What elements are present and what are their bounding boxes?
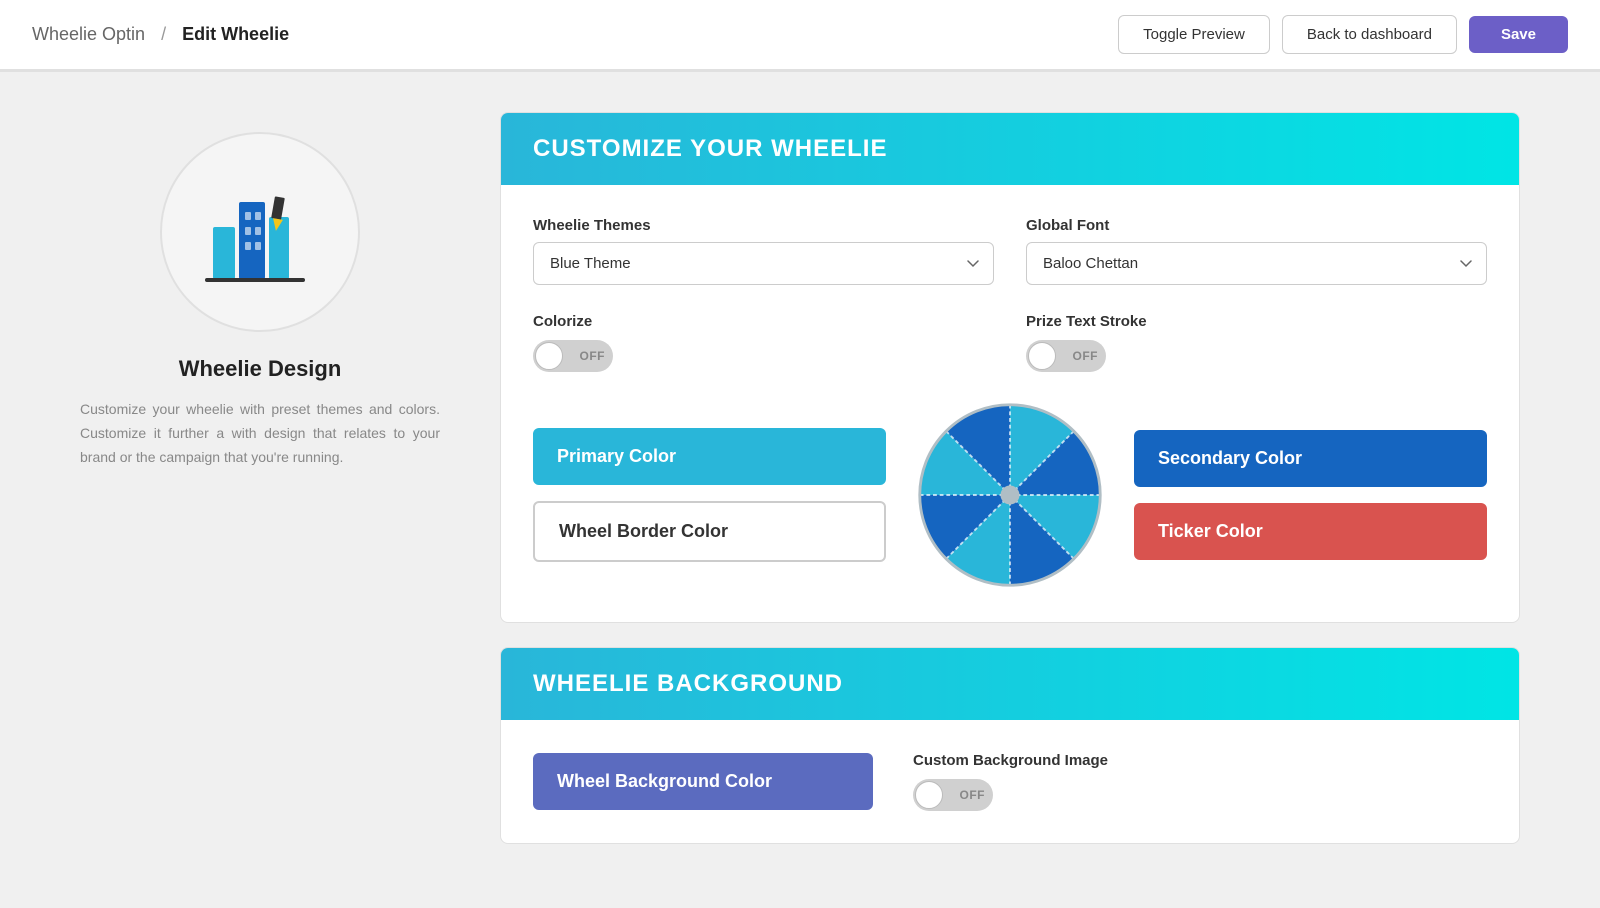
wheel-border-color-button[interactable]: Wheel Border Color bbox=[533, 501, 886, 562]
breadcrumb: Wheelie Optin / Edit Wheelie bbox=[32, 24, 289, 45]
background-row: Wheel Background Color Custom Background… bbox=[533, 752, 1487, 811]
header-actions: Toggle Preview Back to dashboard Save bbox=[1118, 15, 1568, 54]
themes-select[interactable]: Blue Theme bbox=[533, 242, 994, 285]
save-button[interactable]: Save bbox=[1469, 16, 1568, 53]
font-label: Global Font bbox=[1026, 217, 1487, 234]
background-card-body: Wheel Background Color Custom Background… bbox=[501, 720, 1519, 843]
logo-circle bbox=[160, 132, 360, 332]
color-area: Primary Color Wheel Border Color bbox=[533, 400, 1487, 590]
color-buttons-left: Primary Color Wheel Border Color bbox=[533, 428, 886, 562]
back-to-dashboard-button[interactable]: Back to dashboard bbox=[1282, 15, 1457, 54]
breadcrumb-separator: / bbox=[161, 24, 166, 45]
secondary-color-button[interactable]: Secondary Color bbox=[1134, 430, 1487, 487]
colorize-group: Colorize OFF bbox=[533, 313, 994, 372]
customize-card-body: Wheelie Themes Blue Theme Global Font Ba… bbox=[501, 185, 1519, 622]
app-name: Wheelie Optin bbox=[32, 24, 145, 45]
custom-bg-toggle-state: OFF bbox=[960, 788, 986, 802]
custom-bg-toggle-knob bbox=[915, 781, 943, 809]
colorize-label: Colorize bbox=[533, 313, 994, 330]
themes-font-row: Wheelie Themes Blue Theme Global Font Ba… bbox=[533, 217, 1487, 285]
left-panel: Wheelie Design Customize your wheelie wi… bbox=[80, 112, 440, 868]
primary-color-button[interactable]: Primary Color bbox=[533, 428, 886, 485]
customize-card-header: CUSTOMIZE YOUR WHEELIE bbox=[501, 113, 1519, 185]
toggle-preview-button[interactable]: Toggle Preview bbox=[1118, 15, 1270, 54]
customize-card: CUSTOMIZE YOUR WHEELIE Wheelie Themes Bl… bbox=[500, 112, 1520, 623]
panel-title: Wheelie Design bbox=[179, 356, 342, 382]
header: Wheelie Optin / Edit Wheelie Toggle Prev… bbox=[0, 0, 1600, 70]
customize-section-title: CUSTOMIZE YOUR WHEELIE bbox=[533, 135, 887, 162]
colorize-toggle-knob bbox=[535, 342, 563, 370]
right-panel: CUSTOMIZE YOUR WHEELIE Wheelie Themes Bl… bbox=[500, 112, 1520, 868]
color-buttons-right: Secondary Color Ticker Color bbox=[1134, 430, 1487, 560]
spin-wheel-svg bbox=[915, 400, 1105, 590]
panel-description: Customize your wheelie with preset theme… bbox=[80, 398, 440, 469]
themes-group: Wheelie Themes Blue Theme bbox=[533, 217, 994, 285]
page-title: Edit Wheelie bbox=[182, 24, 289, 45]
prize-text-stroke-state: OFF bbox=[1073, 349, 1099, 363]
colorize-toggle-state: OFF bbox=[580, 349, 606, 363]
ticker-color-button[interactable]: Ticker Color bbox=[1134, 503, 1487, 560]
main-content: Wheelie Design Customize your wheelie wi… bbox=[0, 72, 1600, 908]
font-select[interactable]: Baloo Chettan bbox=[1026, 242, 1487, 285]
background-card-header: WHEELIE BACKGROUND bbox=[501, 648, 1519, 720]
custom-bg-toggle[interactable]: OFF bbox=[913, 779, 993, 811]
custom-bg-label: Custom Background Image bbox=[913, 752, 1108, 769]
font-group: Global Font Baloo Chettan bbox=[1026, 217, 1487, 285]
toggle-row: Colorize OFF Prize Text Stroke OFF bbox=[533, 313, 1487, 372]
custom-background-group: Custom Background Image OFF bbox=[913, 752, 1108, 811]
background-section-title: WHEELIE BACKGROUND bbox=[533, 670, 843, 697]
wheel-preview bbox=[910, 400, 1110, 590]
prize-text-stroke-label: Prize Text Stroke bbox=[1026, 313, 1487, 330]
prize-text-stroke-group: Prize Text Stroke OFF bbox=[1026, 313, 1487, 372]
logo-icon bbox=[195, 167, 325, 297]
background-card: WHEELIE BACKGROUND Wheel Background Colo… bbox=[500, 647, 1520, 844]
colorize-toggle[interactable]: OFF bbox=[533, 340, 613, 372]
prize-text-stroke-knob bbox=[1028, 342, 1056, 370]
wheel-background-color-button[interactable]: Wheel Background Color bbox=[533, 753, 873, 810]
prize-text-stroke-toggle[interactable]: OFF bbox=[1026, 340, 1106, 372]
themes-label: Wheelie Themes bbox=[533, 217, 994, 234]
